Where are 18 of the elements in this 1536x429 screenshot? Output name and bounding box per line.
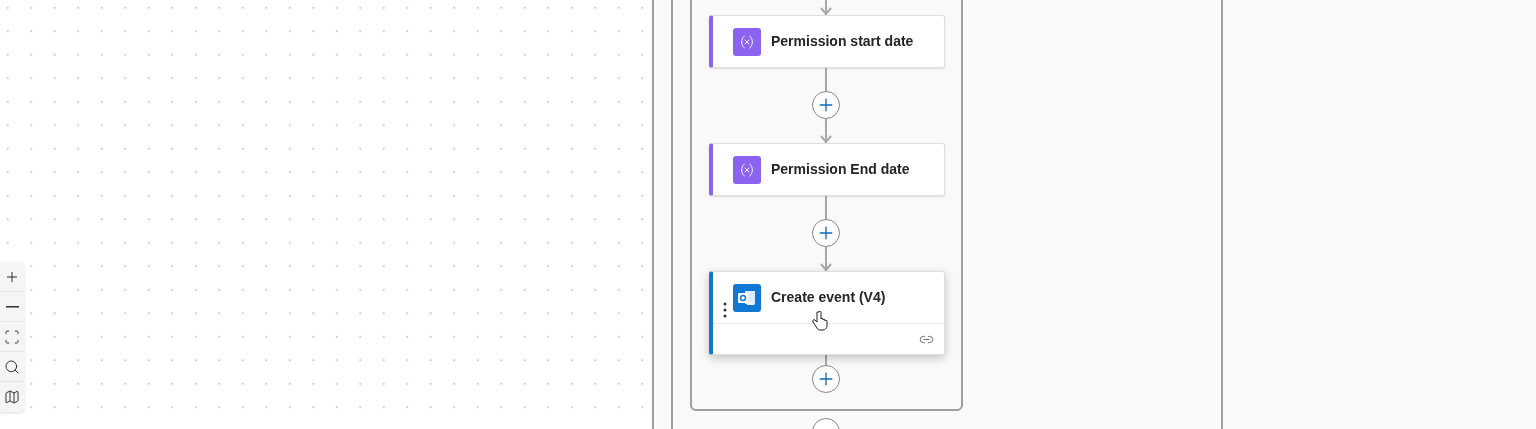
drag-handle-icon[interactable] [723,302,727,318]
action-card[interactable]: Permission start date [709,15,945,68]
action-title: Permission End date [771,160,910,179]
action-card[interactable]: Create event (V4) [709,271,945,355]
connector-arrow [820,246,832,271]
action-title: Permission start date [771,32,914,51]
connector-arrow [820,0,832,15]
fit-view-icon [4,328,20,345]
variable-icon [733,155,761,184]
calendar-mail-icon [733,283,761,312]
hand-cursor-icon [812,311,828,331]
action-card[interactable]: Permission End date [709,143,945,196]
minimap-icon [4,389,20,405]
search-icon [4,358,20,375]
connector-arrow [820,118,832,143]
zoom-out-icon [5,305,19,308]
variable-icon [733,27,761,56]
action-title: Create event (V4) [771,288,886,307]
